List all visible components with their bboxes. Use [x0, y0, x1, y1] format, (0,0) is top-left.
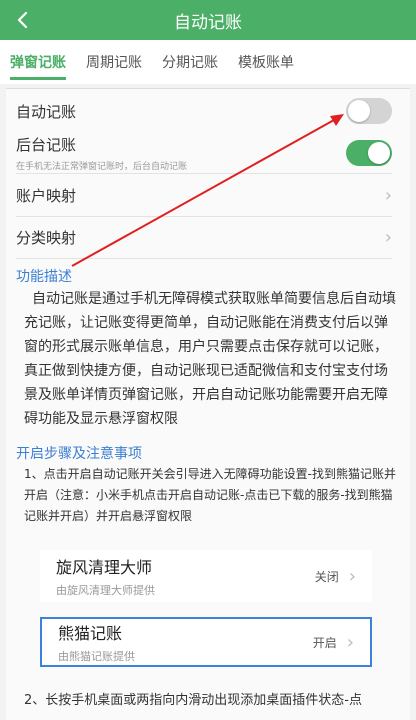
- chevron-right-icon: ›: [346, 631, 354, 653]
- feature-description-text: 自动记账是通过手机无障碍模式获取账单简要信息后自动填充记账，让记账变得更简单，自…: [24, 291, 396, 427]
- service-status-group: 关闭 ›: [315, 566, 356, 587]
- tab-template[interactable]: 模板账单: [238, 40, 294, 84]
- background-bookkeeping-sub: 在手机无法正常弹窗记账时，后台自动记账: [16, 162, 188, 172]
- background-bookkeeping-text: 后台记账 在手机无法正常弹窗记账时，后台自动记账: [16, 134, 187, 172]
- account-mapping-row[interactable]: 账户映射 ›: [16, 178, 392, 212]
- service-name: 旋风清理大师: [56, 558, 153, 577]
- step-1-text: 1、点击开启自动记账开关会引导进入无障碍功能设置-找到熊猫记账并开启（注意：小米…: [24, 467, 396, 523]
- auto-bookkeeping-row: 自动记账: [16, 97, 392, 125]
- service-card-text: 旋风清理大师 由旋风清理大师提供: [56, 554, 155, 598]
- category-mapping-label: 分类映射: [16, 228, 77, 247]
- service-status-group: 开启 ›: [313, 632, 354, 653]
- service-card-xuanfeng[interactable]: 旋风清理大师 由旋风清理大师提供 关闭 ›: [40, 550, 372, 602]
- service-name: 熊猫记账: [58, 624, 123, 643]
- chevron-right-icon: ›: [384, 226, 392, 248]
- chevron-right-icon: ›: [384, 184, 392, 206]
- service-card-panda[interactable]: 熊猫记账 由熊猫记账提供 开启 ›: [40, 617, 372, 667]
- service-provider: 由旋风清理大师提供: [56, 584, 155, 597]
- switch-knob: [368, 142, 390, 164]
- tab-installment[interactable]: 分期记账: [162, 40, 218, 84]
- divider: [16, 173, 392, 174]
- back-arrow-icon: [17, 11, 28, 29]
- category-mapping-row[interactable]: 分类映射 ›: [16, 220, 392, 254]
- tab-bar: 弹窗记账 周期记账 分期记账 模板账单: [0, 40, 416, 84]
- back-button[interactable]: [8, 6, 36, 34]
- app-header: 自动记账: [0, 0, 416, 40]
- switch-knob: [348, 100, 370, 122]
- tab-popup[interactable]: 弹窗记账: [10, 40, 66, 84]
- account-mapping-label: 账户映射: [16, 186, 77, 205]
- service-status: 关闭: [314, 569, 339, 584]
- auto-bookkeeping-switch[interactable]: [346, 98, 392, 124]
- divider: [16, 258, 392, 259]
- step-2-text: 2、长按手机桌面或两指向内滑动出现添加桌面插件状态-点: [24, 693, 362, 708]
- chevron-right-icon: ›: [348, 565, 356, 587]
- feature-description-title: 功能描述: [16, 269, 72, 285]
- service-status: 开启: [312, 635, 337, 650]
- divider: [16, 216, 392, 217]
- page-title: 自动记账: [174, 12, 242, 33]
- steps-title: 开启步骤及注意事项: [16, 446, 142, 462]
- background-bookkeeping-label: 后台记账: [16, 136, 77, 154]
- auto-bookkeeping-label: 自动记账: [16, 102, 77, 121]
- background-bookkeeping-switch[interactable]: [346, 140, 392, 166]
- service-provider: 由熊猫记账提供: [58, 650, 135, 663]
- background-bookkeeping-row: 后台记账 在手机无法正常弹窗记账时，后台自动记账: [16, 134, 392, 172]
- tab-periodic[interactable]: 周期记账: [86, 40, 142, 84]
- service-card-text: 熊猫记账 由熊猫记账提供: [58, 620, 135, 664]
